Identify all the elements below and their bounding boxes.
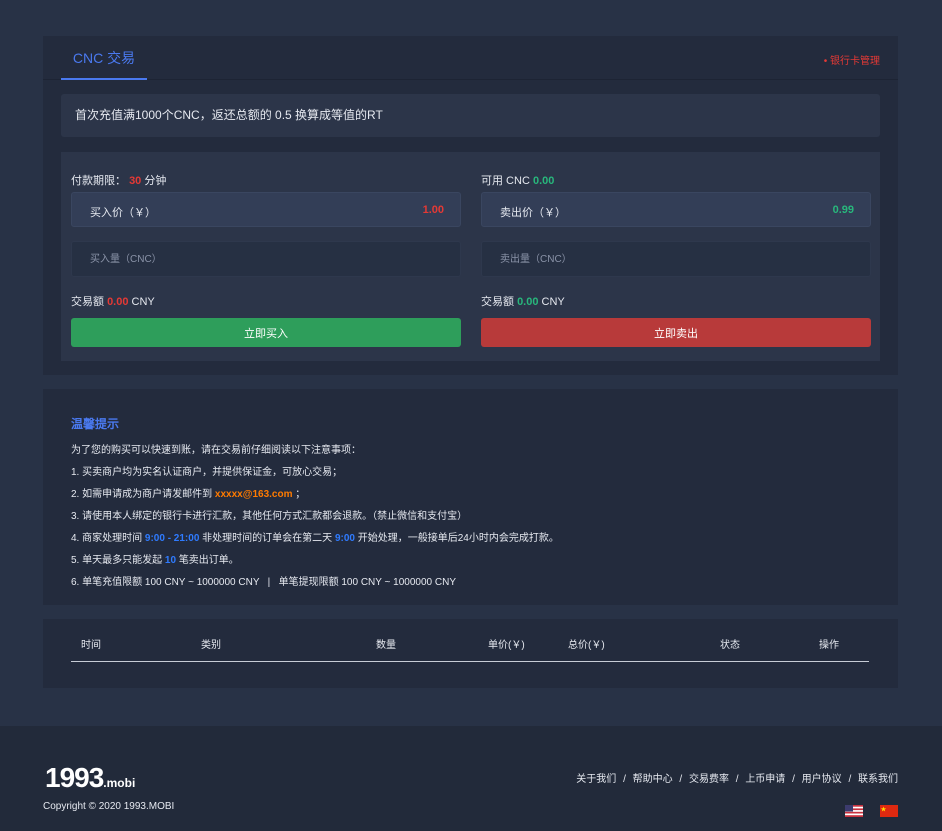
link-separator: / xyxy=(792,774,795,785)
sell-amount-value: 0.00 xyxy=(517,296,539,308)
panel-header: CNC 交易 • 银行卡管理 xyxy=(43,36,898,80)
table-header-type: 类别 xyxy=(201,640,221,651)
tip-line-6: 6. 单笔充值限额 100 CNY ~ 1000000 CNY | 单笔提现限额… xyxy=(71,577,456,588)
buy-price-row: 买入价（￥） 1.00 xyxy=(71,192,461,227)
sell-amount: 交易额 0.00 CNY xyxy=(481,293,565,309)
us-flag-icon[interactable] xyxy=(845,805,863,817)
footer-link-help[interactable]: 帮助中心 xyxy=(633,774,673,785)
tips-panel: 温馨提示 为了您的购买可以快速到账，请在交易前仔细阅读以下注意事项： 1. 买卖… xyxy=(43,389,898,605)
daily-order-limit: 10 xyxy=(164,555,177,566)
sell-price-label: 卖出价（￥） xyxy=(500,207,566,219)
footer-link-listing[interactable]: 上币申请 xyxy=(745,774,785,785)
tip-line-5: 5. 单天最多只能发起 10 笔卖出订单。 xyxy=(71,551,239,566)
site-footer: 1993.mobi Copyright © 2020 1993.MOBI 关于我… xyxy=(0,726,942,831)
tip-line-4-prefix: 4. 商家处理时间 xyxy=(71,533,143,544)
sell-quantity-input[interactable] xyxy=(481,241,871,277)
tab-cnc-trade[interactable]: CNC 交易 xyxy=(61,36,147,80)
footer-link-about[interactable]: 关于我们 xyxy=(576,774,616,785)
tip-line-5-prefix: 5. 单天最多只能发起 xyxy=(71,555,163,566)
trade-panel: CNC 交易 • 银行卡管理 首次充值满1000个CNC，返还总额的 0.5 换… xyxy=(43,36,898,375)
buy-price-label: 买入价（￥） xyxy=(90,207,156,219)
sell-price-row: 卖出价（￥） 0.99 xyxy=(481,192,871,227)
bank-card-link[interactable]: • 银行卡管理 xyxy=(824,52,880,67)
available-balance: 可用 CNC 0.00 xyxy=(481,172,554,188)
tip-line-4-mid: 非处理时间的订单会在第二天 xyxy=(202,533,333,544)
footer-link-contact[interactable]: 联系我们 xyxy=(858,774,898,785)
link-separator: / xyxy=(623,774,626,785)
buy-amount-label: 交易额 xyxy=(71,296,104,308)
table-header-unit-price: 单价(￥) xyxy=(488,640,525,651)
site-logo[interactable]: 1993.mobi xyxy=(45,762,135,794)
tip-line-5-suffix: 笔卖出订单。 xyxy=(178,555,239,566)
sell-price-value: 0.99 xyxy=(832,204,854,216)
table-header-time: 时间 xyxy=(81,640,101,651)
tips-title: 温馨提示 xyxy=(71,417,120,431)
tip-line-2-prefix: 2. 如需申请成为商户请发邮件到 xyxy=(71,489,213,500)
deadline-unit: 分钟 xyxy=(144,175,167,187)
footer-links: 关于我们 / 帮助中心 / 交易费率 / 上币申请 / 用户协议 / 联系我们 xyxy=(576,770,898,785)
sell-now-button[interactable]: 立即卖出 xyxy=(481,318,871,347)
buy-amount: 交易额 0.00 CNY xyxy=(71,293,155,309)
copyright-text: Copyright © 2020 1993.MOBI xyxy=(43,801,175,812)
link-separator: / xyxy=(679,774,683,785)
sell-amount-label: 交易额 xyxy=(481,296,514,308)
orders-table: 时间 类别 数量 单价(￥) 总价(￥) 状态 操作 xyxy=(43,619,898,688)
table-header-divider xyxy=(71,661,869,662)
tip-line-3: 3. 请使用本人绑定的银行卡进行汇款，其他任何方式汇款都会退款。（禁止微信和支付… xyxy=(71,511,468,522)
processing-hours: 9:00 - 21:00 xyxy=(144,533,200,544)
buy-column: 付款期限： 30 分钟 买入价（￥） 1.00 交易额 0.00 CNY 立即买… xyxy=(71,152,461,361)
tip-line-2: 2. 如需申请成为商户请发邮件到 xxxxx@163.com ； xyxy=(71,485,305,500)
trade-form: 付款期限： 30 分钟 买入价（￥） 1.00 交易额 0.00 CNY 立即买… xyxy=(61,152,880,361)
table-header-total-price: 总价(￥) xyxy=(568,640,605,651)
table-header-status: 状态 xyxy=(720,640,740,651)
footer-link-fees[interactable]: 交易费率 xyxy=(689,774,729,785)
link-separator: / xyxy=(735,774,739,785)
table-header-quantity: 数量 xyxy=(376,640,396,651)
tip-line-1: 1. 买卖商户均为实名认证商户，并提供保证金，可放心交易； xyxy=(71,467,343,478)
sell-amount-unit: CNY xyxy=(541,296,565,308)
next-day-time: 9:00 xyxy=(334,533,355,544)
buy-quantity-input[interactable] xyxy=(71,241,461,277)
tip-line-4: 4. 商家处理时间 9:00 - 21:00 非处理时间的订单会在第二天 9:0… xyxy=(71,529,559,544)
tip-line-2-suffix: ； xyxy=(295,489,306,500)
china-flag-icon[interactable] xyxy=(880,805,898,817)
logo-sub: .mobi xyxy=(103,776,136,790)
footer-link-agreement[interactable]: 用户协议 xyxy=(802,774,842,785)
payment-deadline: 付款期限： 30 分钟 xyxy=(71,172,166,188)
merchant-email: xxxxx@163.com xyxy=(214,489,293,500)
buy-now-button[interactable]: 立即买入 xyxy=(71,318,461,347)
sell-column: 可用 CNC 0.00 卖出价（￥） 0.99 交易额 0.00 CNY 立即卖… xyxy=(481,152,871,361)
link-separator: / xyxy=(848,774,852,785)
tips-intro: 为了您的购买可以快速到账，请在交易前仔细阅读以下注意事项： xyxy=(71,445,361,456)
buy-amount-value: 0.00 xyxy=(107,296,129,308)
buy-amount-unit: CNY xyxy=(131,296,155,308)
deadline-label: 付款期限： xyxy=(71,175,126,187)
buy-price-value: 1.00 xyxy=(422,204,444,216)
table-header-action: 操作 xyxy=(819,640,839,651)
available-label: 可用 CNC xyxy=(481,175,530,187)
deadline-value: 30 xyxy=(129,175,142,187)
promo-notice: 首次充值满1000个CNC，返还总额的 0.5 换算成等值的RT xyxy=(61,94,880,137)
logo-main: 1993 xyxy=(45,762,104,793)
available-value: 0.00 xyxy=(532,175,555,187)
tip-line-4-suffix: 开始处理，一般接单后24小时内会完成打款。 xyxy=(357,533,559,544)
